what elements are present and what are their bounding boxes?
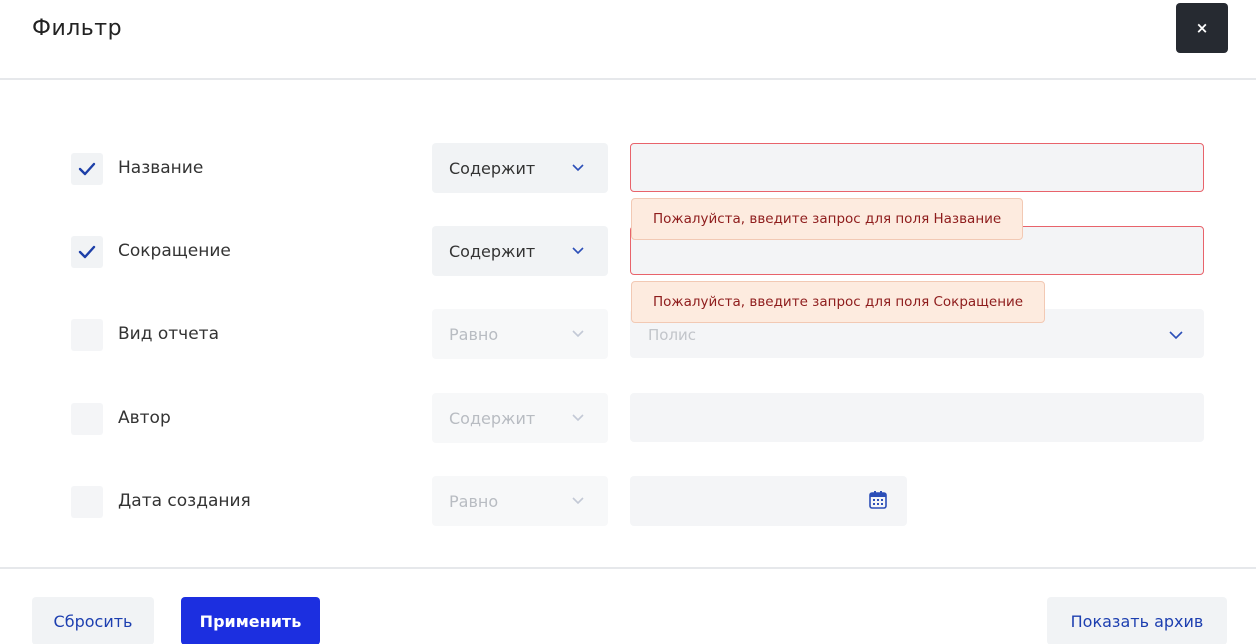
apply-button[interactable]: Применить bbox=[181, 597, 320, 644]
chevron-down-icon bbox=[1169, 331, 1183, 340]
chevron-down-icon bbox=[572, 414, 584, 422]
filter-label-created-date: Дата создания bbox=[118, 491, 251, 511]
name-error-tooltip: Пожалуйста, введите запрос для поля Назв… bbox=[631, 198, 1024, 240]
dialog-title: Фильтр bbox=[32, 16, 123, 41]
author-input[interactable] bbox=[630, 393, 1204, 442]
operator-select-report-type[interactable]: Равно bbox=[432, 309, 608, 359]
dialog-header: Фильтр × bbox=[0, 0, 1256, 80]
operator-value: Содержит bbox=[449, 242, 536, 261]
created-date-input[interactable] bbox=[630, 476, 907, 526]
filter-checkbox-name[interactable] bbox=[71, 153, 103, 185]
reset-button[interactable]: Сбросить bbox=[32, 597, 154, 644]
operator-value: Равно bbox=[449, 325, 499, 344]
name-input[interactable] bbox=[630, 143, 1204, 192]
operator-select-created-date[interactable]: Равно bbox=[432, 476, 608, 526]
report-type-placeholder: Полис bbox=[648, 326, 697, 344]
filter-label-name: Название bbox=[118, 158, 204, 178]
filter-row-author: Автор Содержит bbox=[0, 393, 1256, 443]
operator-value: Содержит bbox=[449, 409, 536, 428]
operator-value: Равно bbox=[449, 492, 499, 511]
filter-row-report-type: Вид отчета Равно Полис bbox=[0, 309, 1256, 359]
operator-select-author[interactable]: Содержит bbox=[432, 393, 608, 443]
operator-value: Содержит bbox=[449, 159, 536, 178]
short-error-tooltip: Пожалуйста, введите запрос для поля Сокр… bbox=[631, 281, 1046, 323]
show-archive-button[interactable]: Показать архив bbox=[1047, 597, 1227, 644]
filter-row-name: Название Содержит bbox=[0, 143, 1256, 193]
footer-divider bbox=[0, 567, 1256, 569]
filter-row-created-date: Дата создания Равно bbox=[0, 476, 1256, 526]
filter-label-author: Автор bbox=[118, 408, 171, 428]
checkmark-icon bbox=[78, 162, 96, 176]
close-icon: × bbox=[1195, 19, 1209, 37]
close-button[interactable]: × bbox=[1176, 3, 1228, 53]
filter-checkbox-created-date[interactable] bbox=[71, 486, 103, 518]
calendar-icon[interactable] bbox=[868, 490, 888, 510]
filter-checkbox-author[interactable] bbox=[71, 403, 103, 435]
filter-label-report-type: Вид отчета bbox=[118, 324, 219, 344]
filter-checkbox-report-type[interactable] bbox=[71, 319, 103, 351]
checkmark-icon bbox=[78, 245, 96, 259]
operator-select-short[interactable]: Содержит bbox=[432, 226, 608, 276]
filter-row-short: Сокращение Содержит bbox=[0, 226, 1256, 276]
chevron-down-icon bbox=[572, 330, 584, 338]
filter-checkbox-short[interactable] bbox=[71, 236, 103, 268]
operator-select-name[interactable]: Содержит bbox=[432, 143, 608, 193]
chevron-down-icon bbox=[572, 247, 584, 255]
chevron-down-icon bbox=[572, 497, 584, 505]
filter-label-short: Сокращение bbox=[118, 241, 231, 261]
chevron-down-icon bbox=[572, 164, 584, 172]
